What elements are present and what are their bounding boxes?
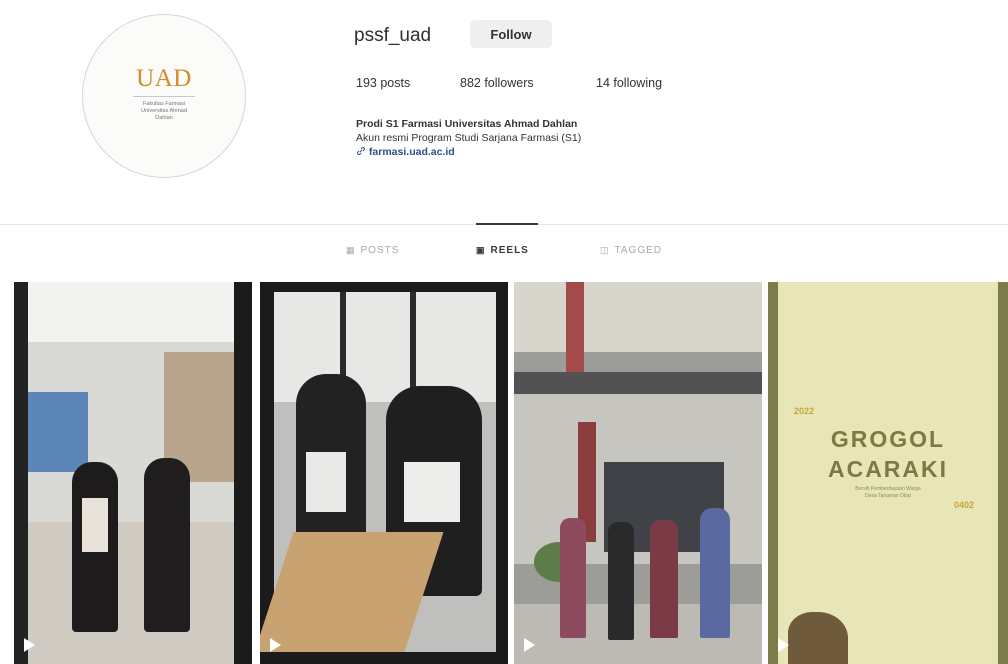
reel-3-student [650, 520, 678, 638]
tab-reels-label: REELS [490, 245, 529, 256]
tab-posts[interactable]: ▦ POSTS [346, 245, 399, 256]
poster-year-right: 0402 [954, 500, 975, 510]
reel-1-border [234, 282, 252, 664]
profile-avatar[interactable]: UAD Fakultas Farmasi Universitas Ahmad D… [82, 14, 246, 178]
reel-4-illustration [788, 612, 848, 664]
posts-count[interactable]: 193 posts [356, 76, 410, 90]
reels-icon: ▣ [476, 245, 486, 255]
followers-count[interactable]: 882 followers [460, 76, 534, 90]
play-icon [24, 638, 35, 652]
active-tab-indicator [476, 223, 538, 225]
reel-3-student [608, 522, 634, 640]
reel-1-floor [28, 522, 234, 664]
profile-bio: Prodi S1 Farmasi Universitas Ahmad Dahla… [356, 117, 581, 159]
poster-year-left: 2022 [794, 406, 815, 416]
play-icon [524, 638, 535, 652]
reel-1-border [14, 282, 28, 664]
reel-2-student-shirt [306, 452, 346, 512]
reel-1-student [144, 458, 190, 632]
reel-3-student [700, 508, 730, 638]
tab-tagged-label: TAGGED [614, 245, 662, 256]
reel-1-student-shirt [82, 498, 108, 552]
poster-subtitle: Bersih Pemberdayaan Warga Desa Tanaman O… [855, 486, 921, 499]
reel-3-student [560, 518, 586, 638]
reel-3-roofline [514, 372, 762, 394]
reel-3-pillar [566, 282, 584, 372]
avatar-logo-subtext: Fakultas Farmasi Universitas Ahmad Dahla… [141, 101, 187, 121]
reel-thumbnail-2[interactable] [260, 282, 508, 664]
bio-description: Akun resmi Program Studi Sarjana Farmasi… [356, 132, 582, 144]
avatar-logo-divider [133, 96, 195, 97]
link-icon [356, 146, 369, 158]
reel-thumbnail-3[interactable] [514, 282, 762, 664]
following-count[interactable]: 14 following [596, 76, 662, 90]
grid-icon: ▦ [346, 245, 356, 255]
poster-title: GROGOL ACARAKI [827, 426, 949, 482]
tag-icon: ◫ [600, 245, 610, 255]
reel-3-building-top [514, 282, 762, 352]
bio-name: Prodi S1 Farmasi Universitas Ahmad Dahla… [356, 118, 578, 130]
play-icon [778, 638, 789, 652]
reel-2-student-shirt [404, 462, 460, 522]
reel-1-ceiling [28, 282, 234, 342]
play-icon [270, 638, 281, 652]
tab-tagged[interactable]: ◫ TAGGED [600, 245, 662, 256]
tab-posts-label: POSTS [360, 245, 400, 256]
profile-username: pssf_uad [354, 25, 432, 46]
reel-thumbnail-1[interactable] [14, 282, 252, 664]
follow-button[interactable]: Follow [470, 20, 552, 48]
tab-reels[interactable]: ▣ REELS [476, 245, 529, 256]
reel-1-sky [28, 392, 88, 472]
avatar-logo-text: UAD [136, 65, 192, 92]
bio-link[interactable]: farmasi.uad.ac.id [369, 146, 455, 158]
reel-thumbnail-4[interactable]: 2022 0402 GROGOL ACARAKI Bersih Pemberda… [768, 282, 1008, 664]
